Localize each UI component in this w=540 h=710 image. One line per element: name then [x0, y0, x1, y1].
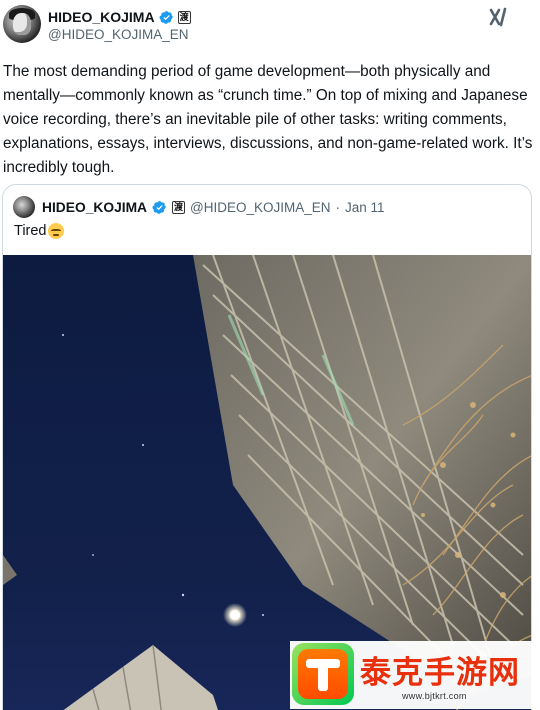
quoted-author-name: HIDEO_KOJIMA — [42, 199, 148, 215]
quoted-tweet-text: Tired — [14, 223, 64, 239]
post-header: HIDEO_KOJIMA 渡 @HIDEO_KOJIMA_EN — [0, 0, 540, 52]
watermark-logo-icon — [292, 643, 354, 705]
quoted-tweet-text-content: Tired — [14, 223, 47, 239]
verified-badge-icon — [152, 200, 166, 214]
verified-badge-icon — [159, 10, 173, 24]
separator-dot: · — [335, 199, 341, 215]
author-handle[interactable]: @HIDEO_KOJIMA_EN — [48, 27, 188, 42]
tired-face-emoji-icon — [47, 223, 64, 239]
quoted-tweet-date[interactable]: Jan 11 — [345, 200, 385, 215]
site-watermark: 泰克手游网 www.bjtkrt.com — [290, 641, 532, 709]
author-avatar[interactable] — [3, 5, 41, 43]
watermark-brand: 泰克手游网 — [360, 655, 520, 691]
quoted-tweet-header: HIDEO_KOJIMA 渡 @HIDEO_KOJIMA_EN · Jan 11 — [13, 196, 385, 218]
quoted-author-avatar — [13, 196, 35, 218]
author-name-row: HIDEO_KOJIMA 渡 — [48, 8, 191, 26]
affiliate-badge-icon: 渡 — [172, 200, 186, 214]
tweet-text: The most demanding period of game develo… — [3, 63, 533, 176]
grok-icon[interactable] — [488, 6, 510, 28]
watermark-url: www.bjtkrt.com — [402, 691, 467, 701]
quoted-author-handle: @HIDEO_KOJIMA_EN — [190, 199, 331, 215]
affiliate-badge-icon: 渡 — [177, 10, 191, 24]
quoted-tweet-card[interactable]: HIDEO_KOJIMA 渡 @HIDEO_KOJIMA_EN · Jan 11… — [2, 184, 532, 710]
author-display-name[interactable]: HIDEO_KOJIMA — [48, 9, 155, 25]
